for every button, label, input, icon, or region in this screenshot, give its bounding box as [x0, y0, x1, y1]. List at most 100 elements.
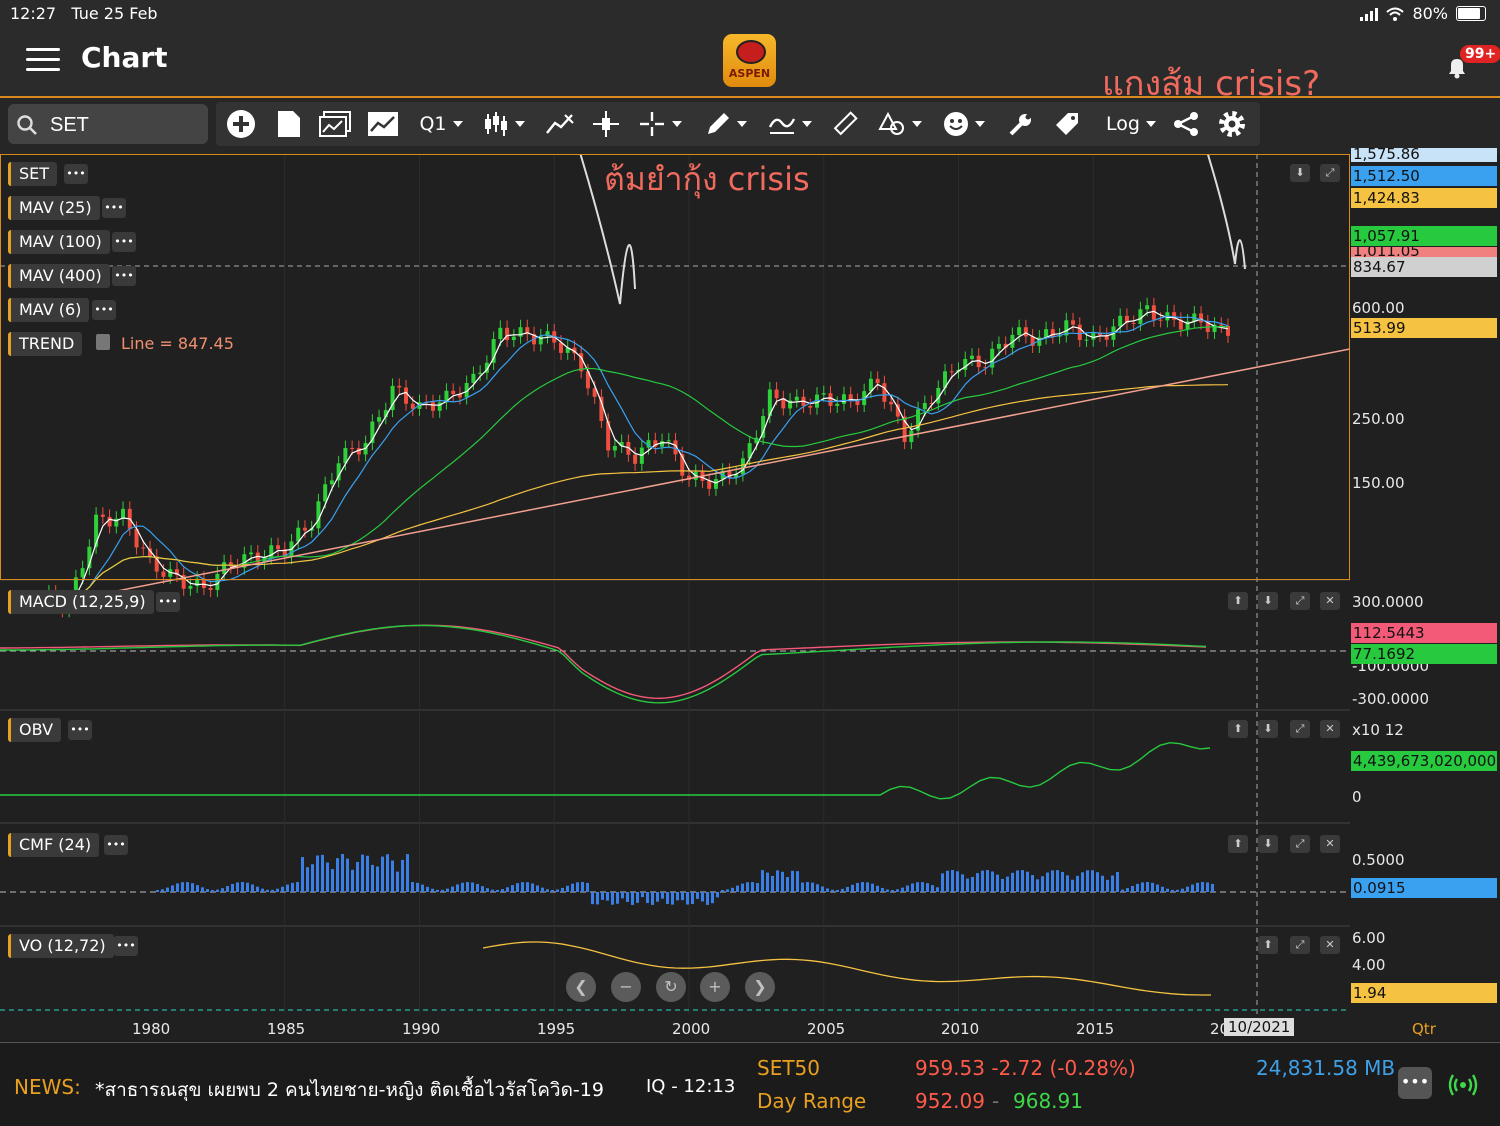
scale-selector[interactable]: Log [1100, 102, 1162, 146]
crosshair-button[interactable] [634, 102, 686, 146]
move-up-button[interactable]: ⬆ [1228, 835, 1248, 853]
move-down-button[interactable]: ⬇ [1258, 720, 1278, 738]
cmf-bar [671, 892, 674, 905]
tag-button[interactable] [1050, 102, 1084, 146]
close-panel-button[interactable]: ✕ [1320, 936, 1340, 954]
news-headline[interactable]: *สาธารณสุข เผยพบ 2 คนไทยชาย-หญิง ติดเชื้… [95, 1075, 604, 1105]
vo-chip[interactable]: VO (12,72) [8, 934, 114, 958]
shapes-button[interactable] [874, 102, 926, 146]
indicator-chip-mav100[interactable]: MAV (100) [8, 230, 110, 254]
zoom-out-button[interactable]: − [611, 972, 641, 1002]
move-up-button[interactable]: ⬆ [1258, 936, 1278, 954]
move-up-button[interactable]: ⬆ [1228, 720, 1248, 738]
symbol-chip[interactable]: SET [8, 162, 58, 186]
logo-text: ASPEN [728, 67, 771, 80]
mav100-options-button[interactable]: ••• [112, 232, 136, 252]
mav400-options-button[interactable]: ••• [112, 266, 136, 286]
cmf-bar [216, 889, 219, 892]
news-footer: NEWS: *สาธารณสุข เผยพบ 2 คนไทยชาย-หญิง ต… [0, 1042, 1500, 1126]
magnet-tool-button[interactable] [586, 102, 626, 146]
notification-badge[interactable]: 99+ [1460, 45, 1500, 63]
indicator-chip-mav25[interactable]: MAV (25) [8, 196, 100, 220]
live-signal-icon[interactable] [1448, 1073, 1478, 1097]
cmf-bar [761, 870, 764, 892]
cmf-bar [326, 862, 329, 892]
mav25-options-button[interactable]: ••• [102, 198, 126, 218]
cmf-chip[interactable]: CMF (24) [8, 833, 100, 857]
price-tag-mav100: 1,057.91 [1351, 226, 1497, 246]
compare-button[interactable] [540, 102, 580, 146]
scroll-right-button[interactable]: ❯ [745, 972, 775, 1002]
compare-lines-icon [546, 114, 574, 134]
cmf-tag: 0.0915 [1351, 878, 1497, 898]
menu-button[interactable] [26, 44, 60, 72]
cmf-bar [996, 874, 999, 892]
trash-icon[interactable] [96, 334, 110, 350]
draw-tool-button[interactable] [700, 102, 752, 146]
price-panel[interactable] [0, 154, 1350, 580]
new-page-button[interactable] [272, 102, 306, 146]
expand-button[interactable]: ⤢ [1290, 936, 1310, 954]
obv-chip[interactable]: OBV [8, 718, 62, 742]
more-button[interactable]: ••• [1398, 1067, 1432, 1099]
layout-button[interactable] [316, 102, 354, 146]
expand-button[interactable]: ⤢ [1290, 720, 1310, 738]
fibonacci-button[interactable] [764, 102, 816, 146]
cmf-bar [936, 887, 939, 892]
move-down-button[interactable]: ⬇ [1290, 164, 1310, 182]
cmf-bar [506, 887, 509, 892]
cmf-bar [776, 870, 779, 892]
settings-tool-button[interactable] [1004, 102, 1038, 146]
macd-options-button[interactable]: ••• [156, 592, 180, 612]
trend-chip[interactable]: TREND [8, 332, 83, 356]
move-up-button[interactable]: ⬆ [1228, 592, 1248, 610]
close-panel-button[interactable]: ✕ [1320, 835, 1340, 853]
chart-type-button[interactable] [364, 102, 402, 146]
expand-button[interactable]: ⤢ [1290, 592, 1310, 610]
settings-button[interactable] [1214, 102, 1250, 146]
chart-area[interactable]: SET ••• MAV (25) ••• MAV (100) ••• MAV (… [0, 148, 1500, 1040]
cmf-bar [1126, 888, 1129, 892]
cmf-bar [841, 888, 844, 892]
scroll-left-button[interactable]: ❮ [566, 972, 596, 1002]
indicator-chip-mav400[interactable]: MAV (400) [8, 264, 110, 288]
macd-chip[interactable]: MACD (12,25,9) [8, 590, 154, 614]
cmf-bar [1121, 889, 1124, 892]
close-panel-button[interactable]: ✕ [1320, 592, 1340, 610]
cmf-bar [741, 883, 744, 892]
cmf-bar [726, 889, 729, 892]
cmf-bar [1051, 870, 1054, 892]
index-name[interactable]: SET50 [757, 1056, 820, 1080]
price-tag-mav25: 1,424.83 [1351, 188, 1497, 208]
add-indicator-button[interactable] [224, 102, 258, 146]
scale-value: Log [1106, 113, 1140, 135]
mav6-options-button[interactable]: ••• [92, 300, 116, 320]
symbol-search[interactable] [8, 104, 208, 144]
cmf-bar [561, 887, 564, 892]
cmf-bar [1206, 882, 1209, 892]
ruler-button[interactable] [828, 102, 862, 146]
expand-button[interactable]: ⤢ [1320, 164, 1340, 182]
zoom-in-button[interactable]: + [700, 972, 730, 1002]
cmf-options-button[interactable]: ••• [104, 835, 128, 855]
cmf-bar [596, 892, 599, 905]
cmf-bar [411, 882, 414, 892]
move-down-button[interactable]: ⬇ [1258, 835, 1278, 853]
emoji-button[interactable] [938, 102, 990, 146]
vo-options-button[interactable]: ••• [114, 936, 138, 956]
move-down-button[interactable]: ⬇ [1258, 592, 1278, 610]
wave-icon [768, 118, 796, 134]
symbol-options-button[interactable]: ••• [64, 164, 88, 184]
period-selector[interactable]: Q1 [412, 102, 470, 146]
indicator-chip-mav6[interactable]: MAV (6) [8, 298, 90, 322]
reset-button[interactable]: ↻ [656, 972, 686, 1002]
search-input[interactable] [48, 109, 202, 141]
candle-style-button[interactable] [476, 102, 532, 146]
share-button[interactable] [1168, 102, 1204, 146]
obv-options-button[interactable]: ••• [68, 720, 92, 740]
close-panel-button[interactable]: ✕ [1320, 720, 1340, 738]
expand-button[interactable]: ⤢ [1290, 835, 1310, 853]
cmf-bar [626, 892, 629, 902]
cmf-bar [856, 882, 859, 892]
cmf-bar [1141, 882, 1144, 892]
